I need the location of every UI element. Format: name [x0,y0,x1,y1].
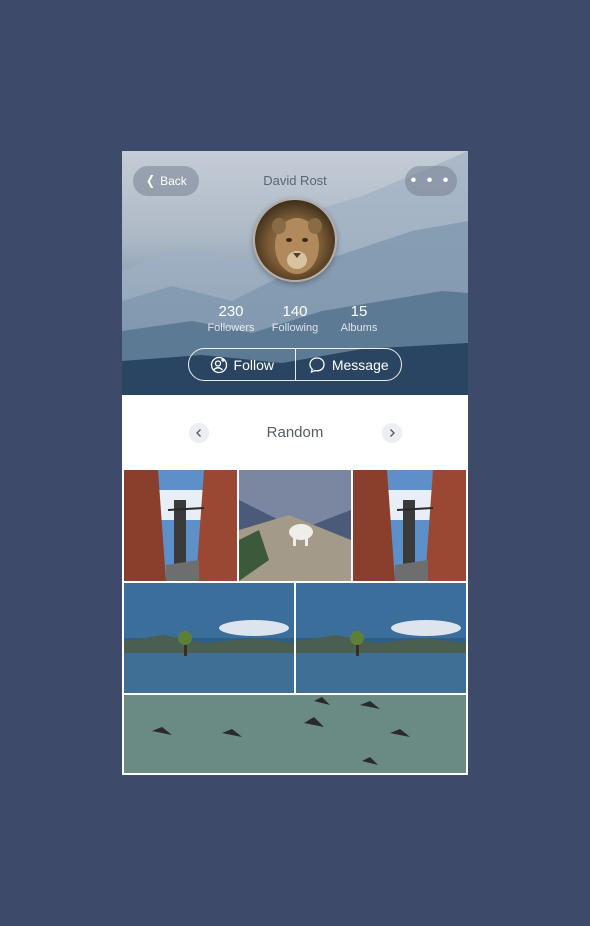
album-navigator: Random [122,395,468,471]
stat-value: 140 [282,303,308,320]
bridge-photo [353,470,466,581]
stat-followers[interactable]: 230 Followers [199,303,263,335]
chat-bubble-icon [309,356,325,373]
profile-card: ❮ Back David Rost • • • 230 Followers 14… [122,151,468,775]
more-options-button[interactable]: • • • [405,166,457,196]
follow-button[interactable]: Follow [189,349,295,380]
lake-tree-photo [124,583,294,693]
stat-value: 15 [350,303,368,320]
photo-tile-bridge-1[interactable] [124,470,237,581]
mountain-goat-photo [239,470,351,581]
profile-actions: Follow Message [188,348,402,381]
profile-header: ❮ Back David Rost • • • 230 Followers 14… [122,151,468,395]
photo-tile-lake-2[interactable] [296,583,466,693]
next-album-button[interactable] [382,423,402,443]
flying-birds-photo [124,695,466,773]
lion-avatar-image [272,218,322,274]
photo-tile-bridge-2[interactable] [353,470,466,581]
bridge-photo [124,470,237,581]
stat-following[interactable]: 140 Following [263,303,327,335]
message-button[interactable]: Message [294,349,402,380]
lake-tree-photo [296,583,466,693]
stat-label: Albums [340,322,378,334]
stat-value: 230 [218,303,244,320]
photo-tile-goat[interactable] [239,470,351,581]
stat-label: Followers [207,322,255,334]
chevron-right-icon [390,429,395,437]
photo-tile-birds[interactable] [124,695,466,773]
avatar[interactable] [253,198,337,282]
stat-label: Following [271,322,319,334]
photo-tile-lake-1[interactable] [124,583,294,693]
follow-label: Follow [233,356,274,373]
album-title: Random [266,424,324,441]
message-label: Message [331,356,389,373]
add-user-icon [210,356,227,373]
stat-albums[interactable]: 15 Albums [327,303,391,335]
profile-stats: 230 Followers 140 Following 15 Albums [122,303,468,335]
more-dots-icon: • • • [410,172,452,189]
